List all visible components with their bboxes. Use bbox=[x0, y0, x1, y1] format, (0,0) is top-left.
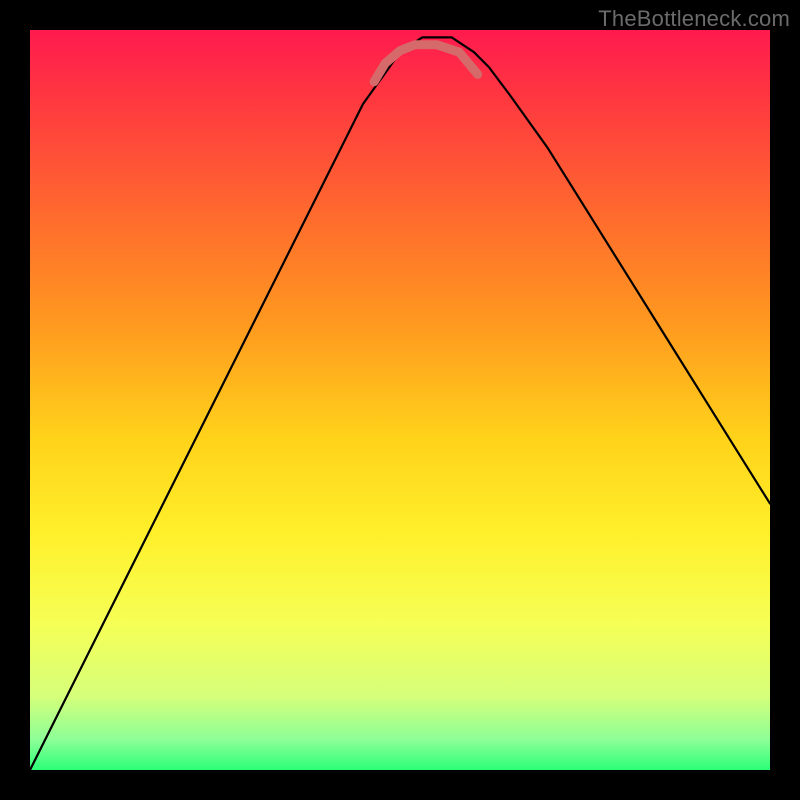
chart-frame: TheBottleneck.com bbox=[0, 0, 800, 800]
watermark-text: TheBottleneck.com bbox=[598, 6, 790, 32]
bottom-highlight bbox=[374, 45, 478, 82]
plot-area bbox=[30, 30, 770, 770]
curve-layer bbox=[30, 30, 770, 770]
bottleneck-curve bbox=[30, 37, 770, 770]
